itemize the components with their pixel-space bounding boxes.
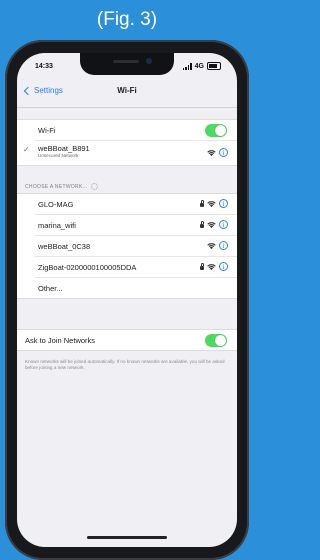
info-icon[interactable]: i <box>219 148 228 157</box>
info-icon[interactable]: i <box>219 241 228 250</box>
wifi-icon <box>207 263 216 270</box>
signal-icon <box>182 62 192 70</box>
toggle-knob <box>215 335 226 346</box>
page-title: Wi-Fi <box>117 86 137 95</box>
network-row[interactable]: weBBoat_0C38 i <box>35 236 237 257</box>
ask-join-group: Ask to Join Networks <box>17 329 237 351</box>
info-icon[interactable]: i <box>219 199 228 208</box>
ask-join-label: Ask to Join Networks <box>25 336 96 345</box>
front-camera <box>146 58 152 64</box>
connected-row-icons: i <box>207 148 228 157</box>
figure-label: (Fig. 3) <box>96 9 158 30</box>
toggle-knob <box>215 125 226 136</box>
network-row[interactable]: GLO-MAG i <box>35 194 237 215</box>
network-name: GLO-MAG <box>38 200 74 209</box>
loading-spinner-icon <box>90 183 98 190</box>
wifi-icon <box>207 221 216 228</box>
lock-icon <box>200 199 204 207</box>
wifi-toggle-label: Wi-Fi <box>38 126 56 135</box>
ask-join-row: Ask to Join Networks <box>17 330 237 350</box>
connected-network-row[interactable]: ✓ weBBoat_B891 Unsecured Network i <box>23 141 237 165</box>
status-right: 4G <box>182 62 221 70</box>
other-network-row[interactable]: Other... <box>35 278 237 298</box>
wifi-toggle-row: Wi-Fi <box>35 120 237 141</box>
network-section-header: CHOOSE A NETWORK... <box>25 183 98 190</box>
wifi-toggle[interactable] <box>205 124 227 137</box>
battery-icon <box>207 62 221 70</box>
wifi-icon <box>207 200 216 207</box>
nav-bar: Settings Wi-Fi <box>17 77 237 108</box>
network-row-icons: i <box>200 220 228 229</box>
phone-frame: 14:33 4G Settings Wi-Fi Wi-Fi ✓ weBBoat_… <box>5 40 249 560</box>
checkmark-icon: ✓ <box>23 145 30 154</box>
network-row-icons: i <box>200 262 228 271</box>
ask-join-toggle[interactable] <box>205 334 227 347</box>
status-time: 14:33 <box>35 63 53 70</box>
network-row[interactable]: ZigBoat-0200000100005DDA i <box>35 257 237 278</box>
speaker <box>113 60 139 63</box>
network-name: weBBoat_0C38 <box>38 242 91 251</box>
home-indicator[interactable] <box>87 536 167 539</box>
network-type: 4G <box>194 62 204 70</box>
wifi-icon <box>207 242 216 249</box>
network-name: ZigBoat-0200000100005DDA <box>38 263 137 272</box>
network-row-icons: i <box>200 199 228 208</box>
network-row[interactable]: marina_wifi i <box>35 215 237 236</box>
network-list: GLO-MAG i marina_wifi i weBBoat_0C38 i Z… <box>17 193 237 299</box>
network-row-icons: i <box>207 241 228 250</box>
lock-icon <box>200 220 204 228</box>
lock-icon <box>200 262 204 270</box>
notch <box>80 53 174 75</box>
wifi-group: Wi-Fi ✓ weBBoat_B891 Unsecured Network i <box>17 119 237 166</box>
info-icon[interactable]: i <box>219 220 228 229</box>
connected-network-name: weBBoat_B891 <box>38 144 90 153</box>
section-header-text: CHOOSE A NETWORK... <box>25 183 88 190</box>
ask-join-description: Known networks will be joined automatica… <box>25 359 225 370</box>
wifi-icon <box>207 149 216 156</box>
connected-network-status: Unsecured Network <box>38 153 79 158</box>
network-name: marina_wifi <box>38 221 76 230</box>
phone-screen: 14:33 4G Settings Wi-Fi Wi-Fi ✓ weBBoat_… <box>17 53 237 547</box>
info-icon[interactable]: i <box>219 262 228 271</box>
other-network-label: Other... <box>38 284 63 293</box>
